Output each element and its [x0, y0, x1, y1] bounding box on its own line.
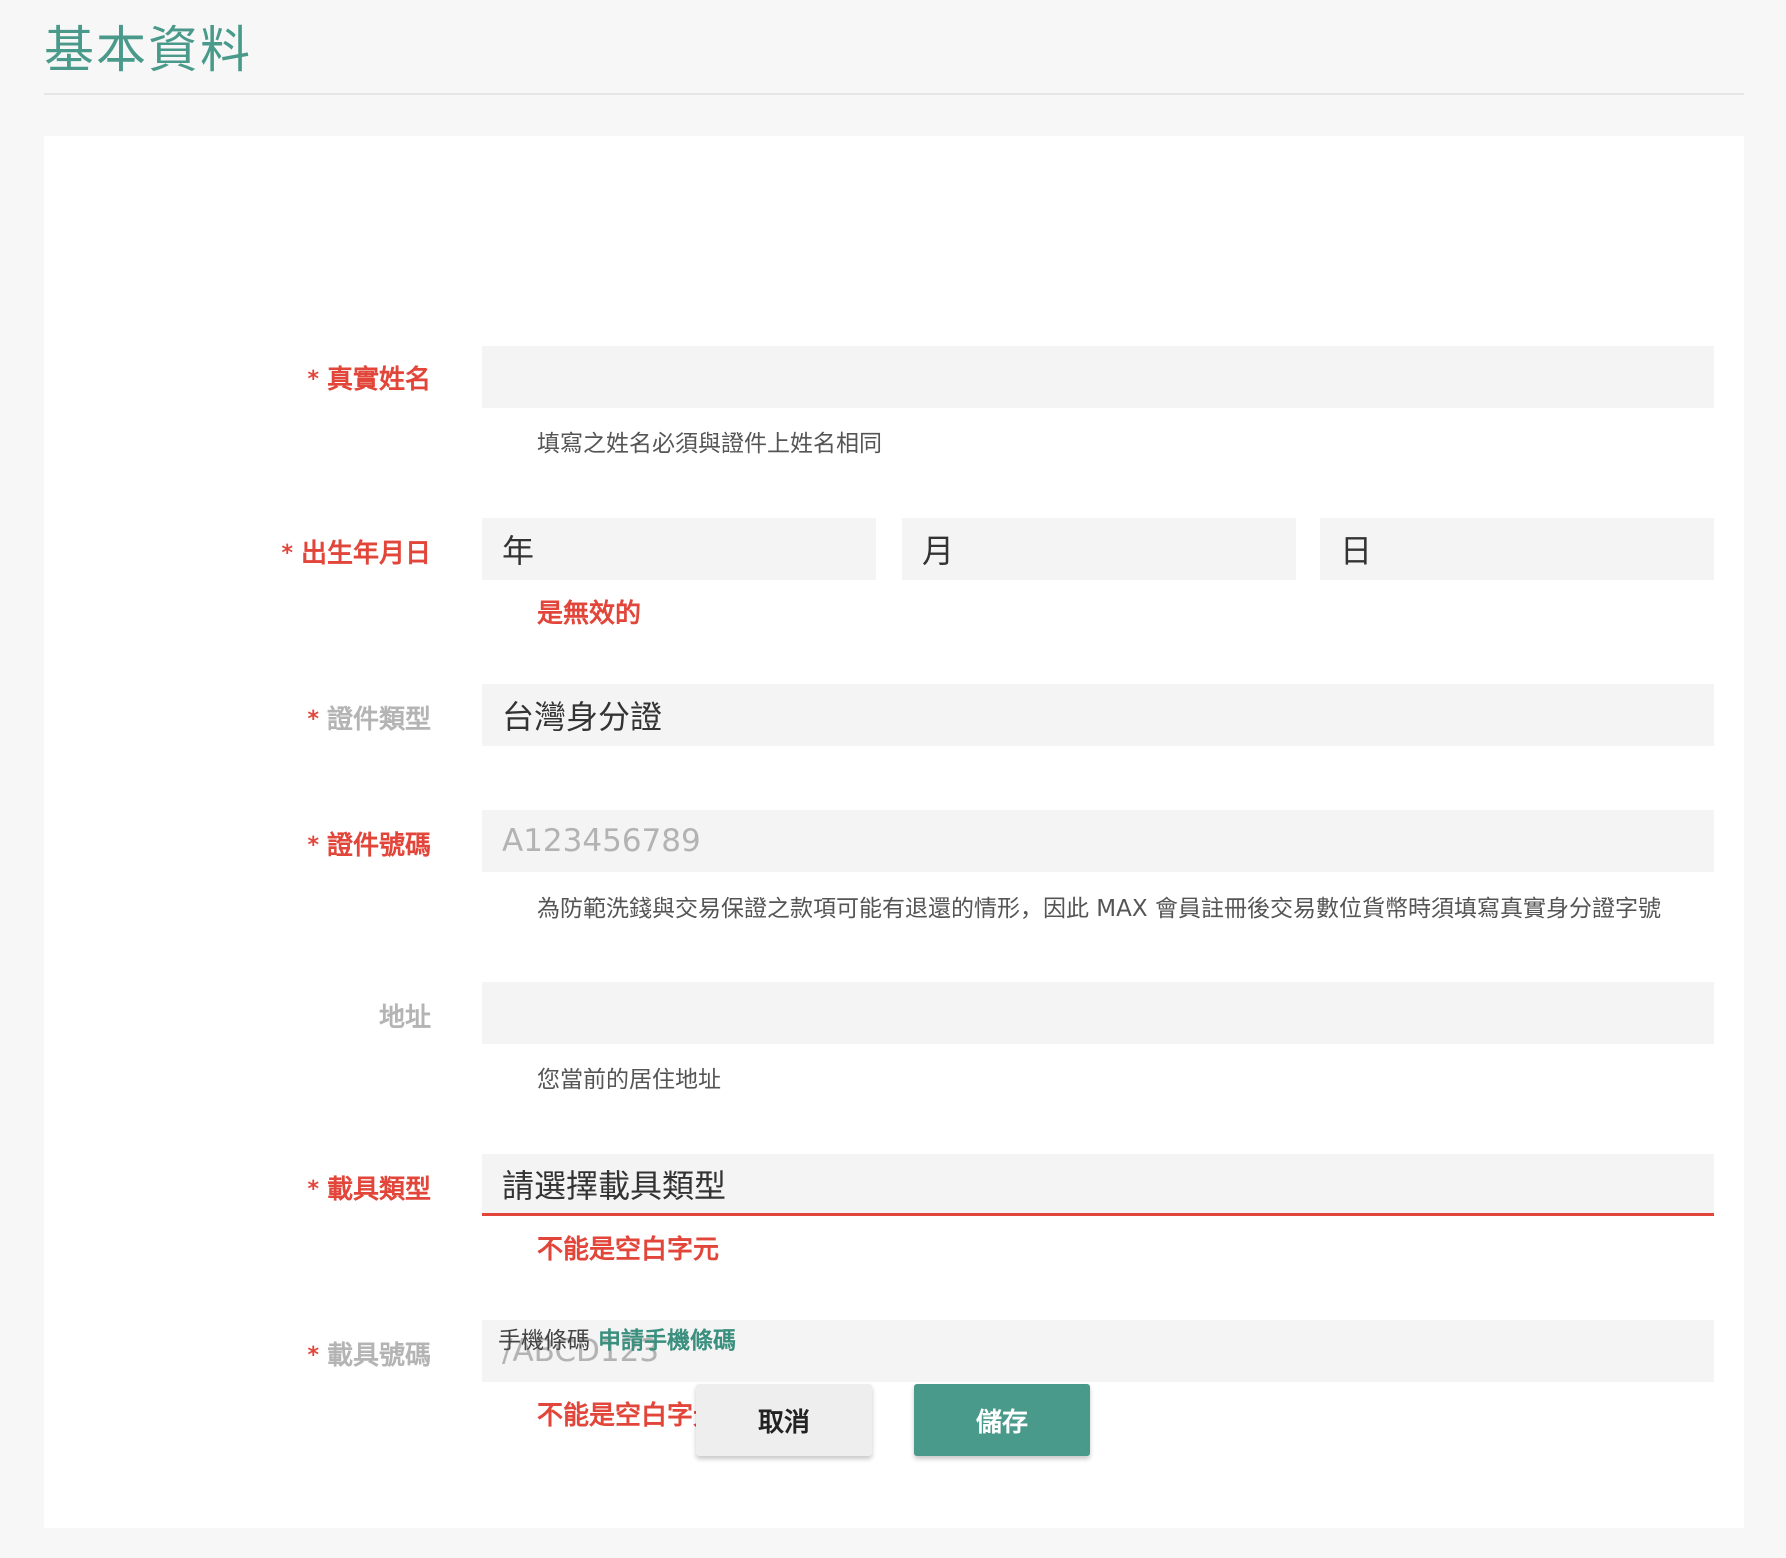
id-type-label: * 證件類型 — [307, 705, 431, 735]
carrier-type-label: * 載具類型 — [307, 1175, 431, 1205]
carrier-number-label: * 載具號碼 — [307, 1341, 431, 1371]
birthday-label: * 出生年月日 — [281, 539, 431, 569]
save-button[interactable]: 儲存 — [914, 1384, 1090, 1456]
birthday-error: 是無效的 — [537, 599, 642, 629]
birth-day-select[interactable]: 日 — [1320, 518, 1714, 580]
birth-year-select[interactable]: 年 — [482, 518, 876, 580]
carrier-type-select[interactable]: 請選擇載具類型 — [482, 1154, 1714, 1216]
mobile-barcode-row: 手機條碼 申請手機條碼 — [498, 1325, 736, 1357]
real-name-label: * 真實姓名 — [307, 365, 431, 395]
address-help: 您當前的居住地址 — [537, 1067, 721, 1093]
carrier-type-error: 不能是空白字元 — [537, 1235, 720, 1265]
real-name-help: 填寫之姓名必須與證件上姓名相同 — [537, 431, 882, 457]
address-input[interactable] — [482, 982, 1714, 1044]
mobile-barcode-text: 手機條碼 — [498, 1328, 590, 1354]
birth-month-select[interactable]: 月 — [902, 518, 1296, 580]
cancel-button[interactable]: 取消 — [696, 1384, 872, 1456]
apply-mobile-barcode-link[interactable]: 申請手機條碼 — [598, 1328, 736, 1354]
id-number-label: * 證件號碼 — [307, 831, 431, 861]
id-type-select[interactable]: 台灣身分證 — [482, 684, 1714, 746]
title-divider — [44, 93, 1744, 95]
real-name-input[interactable] — [482, 346, 1714, 408]
basic-info-form: * 真實姓名 填寫之姓名必須與證件上姓名相同 * 出生年月日 年 月 日 是無效的 … — [44, 136, 1744, 1528]
address-label: 地址 — [378, 1003, 431, 1033]
page-title: 基本資料 — [44, 21, 252, 79]
carrier-number-error: 不能是空白字元 — [537, 1401, 720, 1431]
id-number-input[interactable]: A123456789 — [482, 810, 1714, 872]
id-number-help: 為防範洗錢與交易保證之款項可能有退還的情形，因此 MAX 會員註冊後交易數位貨幣… — [537, 896, 1661, 922]
